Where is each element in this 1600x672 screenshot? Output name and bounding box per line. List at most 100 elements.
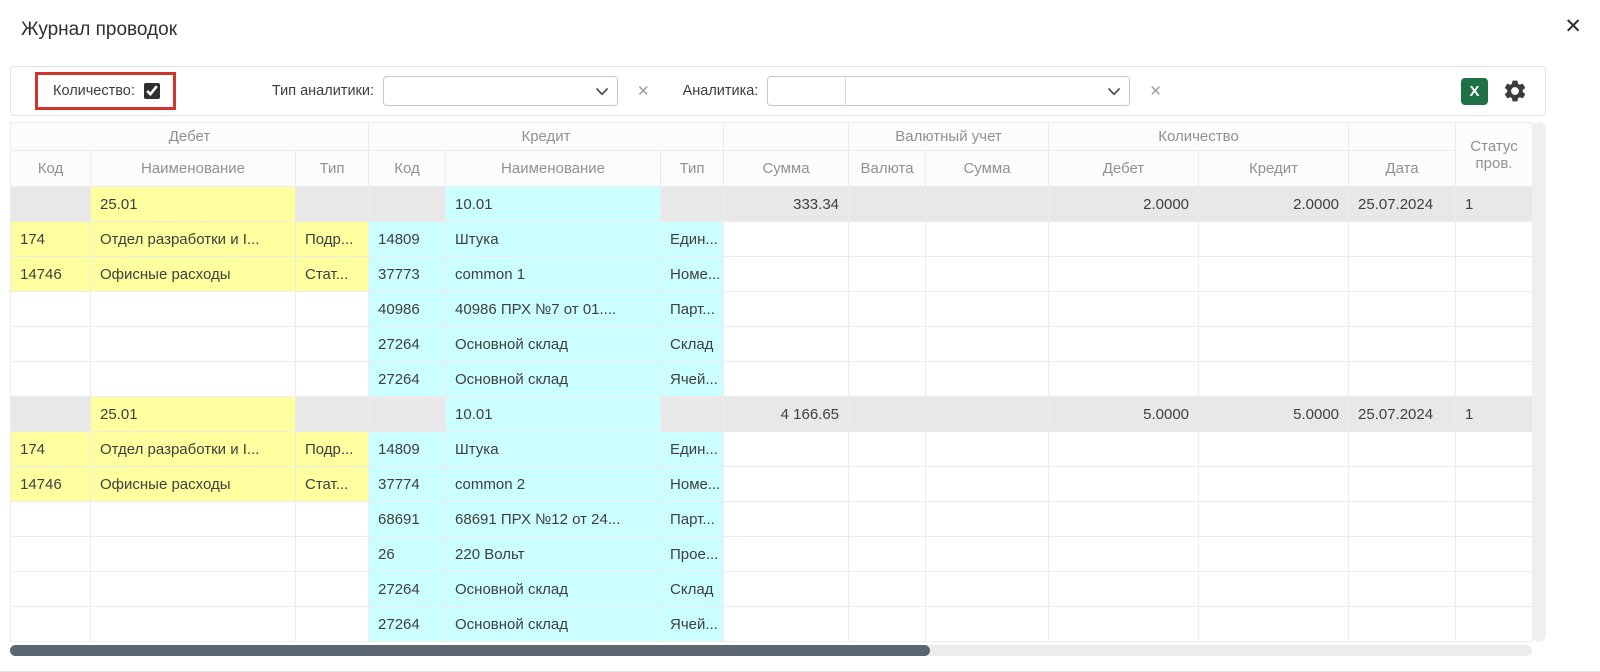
- cell-qty-credit: [1199, 502, 1349, 537]
- cell-debit-code: [11, 537, 91, 572]
- export-excel-button[interactable]: X: [1461, 78, 1488, 105]
- column-header-credit-name: Наименование: [446, 151, 661, 187]
- table-row[interactable]: 26220 ВольтПрое...: [11, 537, 1533, 572]
- cell-status: [1456, 257, 1533, 292]
- cell-amount: [724, 572, 849, 607]
- quantity-checkbox[interactable]: [144, 83, 160, 99]
- page-title: Журнал проводок: [21, 19, 177, 41]
- cell-qty-debit: [1049, 257, 1199, 292]
- cell-debit-type: Стат...: [296, 257, 369, 292]
- group-header-credit: Кредит: [369, 123, 724, 151]
- horizontal-scrollbar[interactable]: [10, 645, 1532, 656]
- column-header-date: Дата: [1349, 151, 1456, 187]
- cell-date: 25.07.2024: [1349, 397, 1456, 432]
- cell-qty-credit: [1199, 537, 1349, 572]
- cell-credit-name: 68691 ПРХ №12 от 24...: [446, 502, 661, 537]
- cell-credit-name: 10.01: [446, 187, 661, 222]
- cell-currency-amount: [926, 607, 1049, 642]
- cell-credit-code: 14809: [369, 432, 446, 467]
- filter-toolbar: Количество: Тип аналитики: ✕ Аналитика: …: [10, 66, 1546, 116]
- cell-qty-credit: [1199, 467, 1349, 502]
- cell-amount: [724, 362, 849, 397]
- cell-currency-amount: [926, 327, 1049, 362]
- cell-qty-credit: [1199, 572, 1349, 607]
- column-header-currency: Валюта: [849, 151, 926, 187]
- cell-amount: [724, 502, 849, 537]
- cell-date: [1349, 572, 1456, 607]
- cell-qty-debit: [1049, 572, 1199, 607]
- cell-debit-name: [91, 607, 296, 642]
- cell-amount: [724, 222, 849, 257]
- column-header-qty-debit: Дебет: [1049, 151, 1199, 187]
- column-header-status: Статус пров.: [1456, 123, 1533, 187]
- close-icon[interactable]: ✕: [1564, 16, 1582, 37]
- cell-qty-debit: [1049, 432, 1199, 467]
- cell-debit-type: [296, 187, 369, 222]
- group-header-amount-spacer: [724, 123, 849, 151]
- table-row[interactable]: 4098640986 ПРХ №7 от 01....Парт...: [11, 292, 1533, 327]
- cell-qty-credit: 5.0000: [1199, 397, 1349, 432]
- clear-analytics-type-icon[interactable]: ✕: [637, 84, 650, 99]
- cell-amount: [724, 257, 849, 292]
- cell-debit-code: [11, 397, 91, 432]
- clear-analytics-icon[interactable]: ✕: [1149, 84, 1162, 99]
- cell-qty-credit: [1199, 607, 1349, 642]
- cell-amount: 333.34: [724, 187, 849, 222]
- cell-debit-type: Подр...: [296, 222, 369, 257]
- cell-credit-name: 40986 ПРХ №7 от 01....: [446, 292, 661, 327]
- table-group-header-row: Дебет Кредит Валютный учет Количество Ст…: [11, 123, 1533, 151]
- table-row[interactable]: 27264Основной складЯчей...: [11, 362, 1533, 397]
- cell-credit-code: 27264: [369, 607, 446, 642]
- cell-status: 1: [1456, 397, 1533, 432]
- cell-qty-debit: [1049, 607, 1199, 642]
- cell-qty-credit: [1199, 432, 1349, 467]
- settings-button[interactable]: [1502, 78, 1528, 104]
- cell-debit-name: [91, 362, 296, 397]
- vertical-scrollbar[interactable]: [1532, 122, 1546, 642]
- cell-credit-type: Ячей...: [661, 362, 724, 397]
- cell-qty-debit: [1049, 537, 1199, 572]
- table-row[interactable]: 6869168691 ПРХ №12 от 24...Парт...: [11, 502, 1533, 537]
- cell-qty-debit: [1049, 362, 1199, 397]
- cell-qty-credit: [1199, 222, 1349, 257]
- table-row[interactable]: 174Отдел разработки и I...Подр...14809Шт…: [11, 432, 1533, 467]
- cell-credit-name: Штука: [446, 222, 661, 257]
- table-row[interactable]: 14746Офисные расходыСтат...37774common 2…: [11, 467, 1533, 502]
- table-row[interactable]: 174Отдел разработки и I...Подр...14809Шт…: [11, 222, 1533, 257]
- cell-qty-credit: [1199, 327, 1349, 362]
- cell-debit-code: [11, 292, 91, 327]
- cell-currency-amount: [926, 502, 1049, 537]
- table-row[interactable]: 27264Основной складСклад: [11, 572, 1533, 607]
- summary-row[interactable]: 25.0110.01333.342.00002.000025.07.20241: [11, 187, 1533, 222]
- cell-debit-code: 174: [11, 432, 91, 467]
- cell-debit-name: [91, 572, 296, 607]
- cell-debit-code: 14746: [11, 257, 91, 292]
- column-header-debit-name: Наименование: [91, 151, 296, 187]
- cell-currency-amount: [926, 467, 1049, 502]
- column-header-amount: Сумма: [724, 151, 849, 187]
- table-row[interactable]: 14746Офисные расходыСтат...37773common 1…: [11, 257, 1533, 292]
- cell-qty-credit: [1199, 362, 1349, 397]
- table-column-header-row: Код Наименование Тип Код Наименование Ти…: [11, 151, 1533, 187]
- cell-credit-name: common 2: [446, 467, 661, 502]
- cell-status: [1456, 362, 1533, 397]
- cell-credit-type: Номе...: [661, 257, 724, 292]
- cell-currency: [849, 607, 926, 642]
- quantity-annotation-box: Количество:: [35, 72, 176, 110]
- cell-currency: [849, 222, 926, 257]
- analytics-select[interactable]: [846, 77, 1129, 105]
- cell-qty-debit: 2.0000: [1049, 187, 1199, 222]
- summary-row[interactable]: 25.0110.014 166.655.00005.000025.07.2024…: [11, 397, 1533, 432]
- analytics-type-select[interactable]: [383, 76, 618, 106]
- cell-credit-code: [369, 397, 446, 432]
- cell-debit-name: Отдел разработки и I...: [91, 222, 296, 257]
- cell-qty-debit: [1049, 222, 1199, 257]
- table-row[interactable]: 27264Основной складСклад: [11, 327, 1533, 362]
- group-header-currency-accounting: Валютный учет: [849, 123, 1049, 151]
- analytics-code-input[interactable]: [768, 77, 846, 105]
- cell-qty-debit: [1049, 327, 1199, 362]
- horizontal-scrollbar-thumb[interactable]: [10, 645, 930, 656]
- chevron-down-icon: [1108, 88, 1120, 96]
- table-row[interactable]: 27264Основной складЯчей...: [11, 607, 1533, 642]
- cell-credit-code: 40986: [369, 292, 446, 327]
